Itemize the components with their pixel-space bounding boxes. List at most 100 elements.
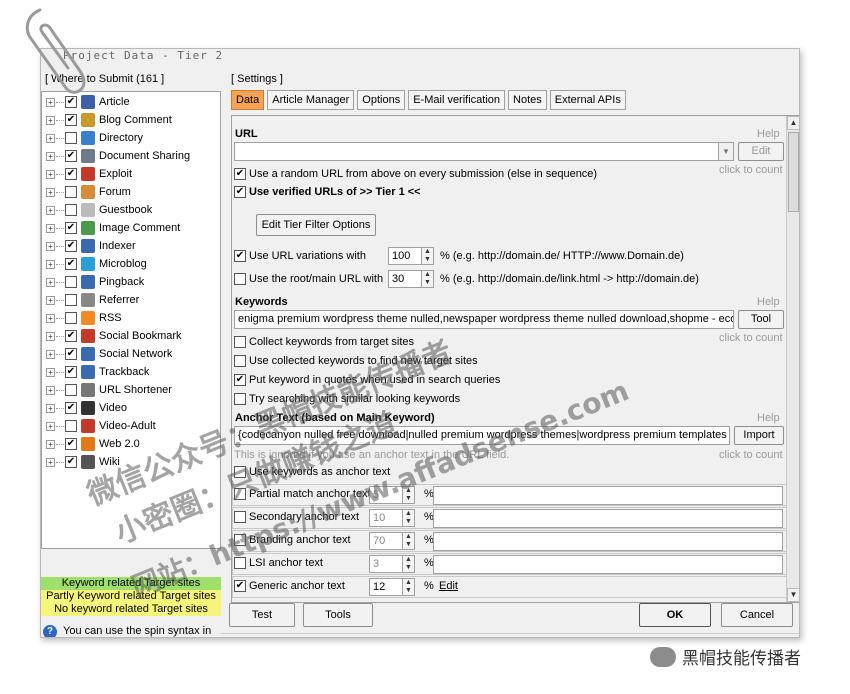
tree-item-indexer[interactable]: + ✔ Indexer [42, 237, 220, 255]
tab-data[interactable]: Data [231, 90, 265, 110]
platform-checkbox[interactable]: ✔ [65, 348, 77, 360]
platform-checkbox[interactable]: ✔ [65, 366, 77, 378]
url-variations-checkbox[interactable]: ✔ [234, 250, 246, 262]
tree-item-microblog[interactable]: + ✔ Microblog [42, 255, 220, 273]
url-variations-option[interactable]: ✔ Use URL variations with [234, 250, 366, 262]
verified-urls-option[interactable]: ✔ Use verified URLs of >> Tier 1 << [234, 186, 421, 198]
platform-checkbox[interactable]: ✔ [65, 258, 77, 270]
root-url-checkbox[interactable] [234, 273, 246, 285]
tab-external-apis[interactable]: External APIs [549, 90, 626, 110]
anchor-ratio-input[interactable] [433, 555, 783, 574]
expand-icon[interactable]: + [46, 385, 55, 395]
anchor-ratio-input[interactable] [433, 532, 783, 551]
anchor-help-link[interactable]: Help [757, 412, 780, 424]
collect-keywords-option[interactable]: Collect keywords from target sites [234, 336, 414, 348]
expand-icon[interactable]: + [46, 331, 55, 341]
platform-checkbox[interactable] [65, 384, 77, 396]
anchor-ratio-checkbox[interactable] [234, 488, 246, 500]
platform-checkbox[interactable]: ✔ [65, 168, 77, 180]
platform-checkbox[interactable] [65, 186, 77, 198]
tree-item-video-adult[interactable]: + Video-Adult [42, 417, 220, 435]
expand-icon[interactable]: + [46, 313, 55, 323]
random-url-option[interactable]: ✔ Use a random URL from above on every s… [234, 168, 597, 180]
spinner-arrows-icon[interactable]: ▲ ▼ [403, 509, 415, 527]
tree-item-social-bookmark[interactable]: + ✔ Social Bookmark [42, 327, 220, 345]
spinner-arrows-icon[interactable]: ▲ ▼ [403, 486, 415, 504]
anchor-ratio-checkbox[interactable] [234, 557, 246, 569]
url-input[interactable] [234, 142, 720, 161]
similar-keywords-checkbox[interactable] [234, 393, 246, 405]
platform-checkbox[interactable]: ✔ [65, 114, 77, 126]
keywords-help-link[interactable]: Help [757, 296, 780, 308]
platform-checkbox[interactable] [65, 420, 77, 432]
tree-item-url-shortener[interactable]: + URL Shortener [42, 381, 220, 399]
random-url-checkbox[interactable]: ✔ [234, 168, 246, 180]
tree-item-guestbook[interactable]: + Guestbook [42, 201, 220, 219]
expand-icon[interactable]: + [46, 367, 55, 377]
platform-checkbox[interactable] [65, 276, 77, 288]
expand-icon[interactable]: + [46, 295, 55, 305]
tree-item-trackback[interactable]: + ✔ Trackback [42, 363, 220, 381]
scroll-down-icon[interactable]: ▼ [787, 588, 799, 602]
spinner-arrows-icon[interactable]: ▲ ▼ [422, 247, 434, 265]
anchor-ratio-input[interactable] [433, 509, 783, 528]
expand-icon[interactable]: + [46, 223, 55, 233]
test-button[interactable]: Test [229, 603, 295, 627]
keywords-as-anchor-checkbox[interactable] [234, 466, 246, 478]
expand-icon[interactable]: + [46, 457, 55, 467]
expand-icon[interactable]: + [46, 151, 55, 161]
anchor-ratio-option[interactable]: Partial match anchor text [234, 488, 371, 500]
platform-checkbox[interactable]: ✔ [65, 438, 77, 450]
tree-item-referrer[interactable]: + Referrer [42, 291, 220, 309]
keywords-as-anchor-option[interactable]: Use keywords as anchor text [234, 466, 390, 478]
platform-checkbox[interactable]: ✔ [65, 456, 77, 468]
platform-checkbox[interactable] [65, 312, 77, 324]
platform-checkbox[interactable]: ✔ [65, 150, 77, 162]
expand-icon[interactable]: + [46, 169, 55, 179]
tree-item-pingback[interactable]: + Pingback [42, 273, 220, 291]
platform-tree[interactable]: + ✔ Article + ✔ Blog Comment + Directory + ✔ Docum… [41, 91, 221, 549]
anchor-ratio-option[interactable]: ✔ Generic anchor text [234, 580, 345, 592]
generic-anchor-edit-link[interactable]: Edit [439, 580, 458, 592]
keywords-tool-button[interactable]: Tool [738, 310, 784, 329]
collect-keywords-checkbox[interactable] [234, 336, 246, 348]
spinner-arrows-icon[interactable]: ▲ ▼ [403, 555, 415, 573]
expand-icon[interactable]: + [46, 439, 55, 449]
tree-item-exploit[interactable]: + ✔ Exploit [42, 165, 220, 183]
spinner-arrows-icon[interactable]: ▲ ▼ [422, 270, 434, 288]
anchor-ratio-spinner[interactable]: 70 ▲ ▼ [369, 532, 415, 550]
anchor-ratio-input[interactable] [433, 486, 783, 505]
platform-checkbox[interactable]: ✔ [65, 402, 77, 414]
keyword-quotes-checkbox[interactable]: ✔ [234, 374, 246, 386]
anchor-ratio-checkbox[interactable]: ✔ [234, 580, 246, 592]
tree-item-rss[interactable]: + RSS [42, 309, 220, 327]
tree-item-video[interactable]: + ✔ Video [42, 399, 220, 417]
platform-checkbox[interactable]: ✔ [65, 240, 77, 252]
expand-icon[interactable]: + [46, 421, 55, 431]
root-url-option[interactable]: Use the root/main URL with [234, 273, 383, 285]
use-collected-keywords-checkbox[interactable] [234, 355, 246, 367]
tree-item-document-sharing[interactable]: + ✔ Document Sharing [42, 147, 220, 165]
anchor-ratio-option[interactable]: Branding anchor text [234, 534, 351, 546]
scroll-up-icon[interactable]: ▲ [787, 116, 799, 130]
tree-item-social-network[interactable]: + ✔ Social Network [42, 345, 220, 363]
expand-icon[interactable]: + [46, 259, 55, 269]
expand-icon[interactable]: + [46, 277, 55, 287]
anchor-ratio-spinner[interactable]: 12 ▲ ▼ [369, 578, 415, 596]
tree-item-directory[interactable]: + Directory [42, 129, 220, 147]
anchor-ratio-spinner[interactable]: 5 ▲ ▼ [369, 486, 415, 504]
anchor-ratio-option[interactable]: LSI anchor text [234, 557, 323, 569]
anchor-text-input[interactable]: {codecanyon nulled free download|nulled … [234, 426, 730, 445]
url-variations-spinner[interactable]: 100 ▲ ▼ [388, 247, 434, 265]
tree-item-image-comment[interactable]: + ✔ Image Comment [42, 219, 220, 237]
anchor-ratio-checkbox[interactable] [234, 511, 246, 523]
root-url-spinner[interactable]: 30 ▲ ▼ [388, 270, 434, 288]
expand-icon[interactable]: + [46, 115, 55, 125]
platform-checkbox[interactable]: ✔ [65, 96, 77, 108]
edit-tier-filter-button[interactable]: Edit Tier Filter Options [256, 214, 376, 236]
keywords-click-to-count[interactable]: click to count [719, 332, 783, 344]
settings-scrollbar[interactable]: ▲ ▼ [786, 116, 799, 602]
spinner-arrows-icon[interactable]: ▲ ▼ [403, 532, 415, 550]
expand-icon[interactable]: + [46, 241, 55, 251]
url-edit-button[interactable]: Edit [738, 142, 784, 161]
